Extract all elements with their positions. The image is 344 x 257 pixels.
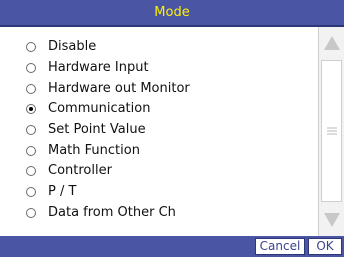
dialog-title: Mode: [0, 0, 344, 27]
option-controller[interactable]: Controller: [0, 161, 318, 181]
option-communication[interactable]: Communication: [0, 99, 318, 119]
option-label: Communication: [48, 101, 151, 116]
grip-lines-icon: [326, 127, 337, 135]
option-label: Hardware out Monitor: [48, 81, 190, 96]
radio-button[interactable]: [26, 125, 36, 135]
triangle-down-icon: [324, 213, 340, 227]
radio-button[interactable]: [26, 166, 36, 176]
scroll-down-button[interactable]: [320, 206, 344, 234]
radio-button[interactable]: [26, 208, 36, 218]
radio-button[interactable]: [26, 104, 36, 114]
option-label: P / T: [48, 184, 77, 199]
scroll-up-button[interactable]: [320, 29, 344, 57]
option-label: Hardware Input: [48, 60, 149, 75]
mode-dialog: Mode Disable Hardware Input Hardware out…: [0, 0, 344, 257]
vertical-scrollbar[interactable]: [318, 27, 344, 236]
radio-button[interactable]: [26, 63, 36, 73]
button-bar: Cancel OK: [0, 236, 344, 257]
option-set-point-value[interactable]: Set Point Value: [0, 120, 318, 140]
option-disable[interactable]: Disable: [0, 37, 318, 57]
mode-option-list: Disable Hardware Input Hardware out Moni…: [0, 27, 318, 236]
option-label: Data from Other Ch: [48, 205, 176, 220]
option-label: Controller: [48, 163, 112, 178]
option-label: Set Point Value: [48, 122, 146, 137]
radio-button[interactable]: [26, 187, 36, 197]
option-math-function[interactable]: Math Function: [0, 141, 318, 161]
ok-button[interactable]: OK: [308, 238, 342, 255]
option-label: Math Function: [48, 143, 140, 158]
option-label: Disable: [48, 39, 97, 54]
option-hardware-input[interactable]: Hardware Input: [0, 58, 318, 78]
cancel-button[interactable]: Cancel: [255, 238, 305, 255]
option-p-t[interactable]: P / T: [0, 182, 318, 202]
option-hardware-out-monitor[interactable]: Hardware out Monitor: [0, 79, 318, 99]
radio-button[interactable]: [26, 84, 36, 94]
triangle-up-icon: [324, 36, 340, 50]
scroll-thumb[interactable]: [321, 60, 342, 202]
radio-button[interactable]: [26, 42, 36, 52]
option-data-from-other-ch[interactable]: Data from Other Ch: [0, 203, 318, 223]
radio-button[interactable]: [26, 146, 36, 156]
